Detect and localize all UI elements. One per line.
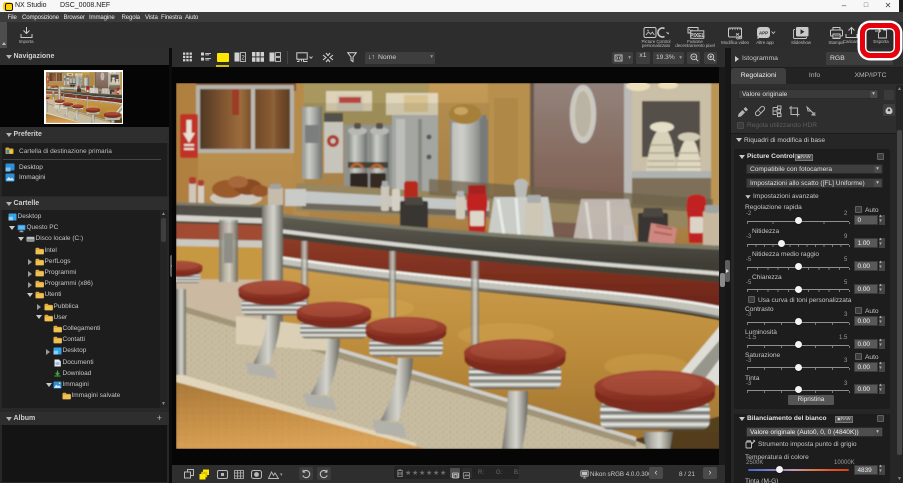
svg-text:2: 2 (241, 56, 245, 62)
svg-text:APP: APP (759, 30, 768, 35)
svg-text:PIXEL: PIXEL (690, 32, 705, 38)
